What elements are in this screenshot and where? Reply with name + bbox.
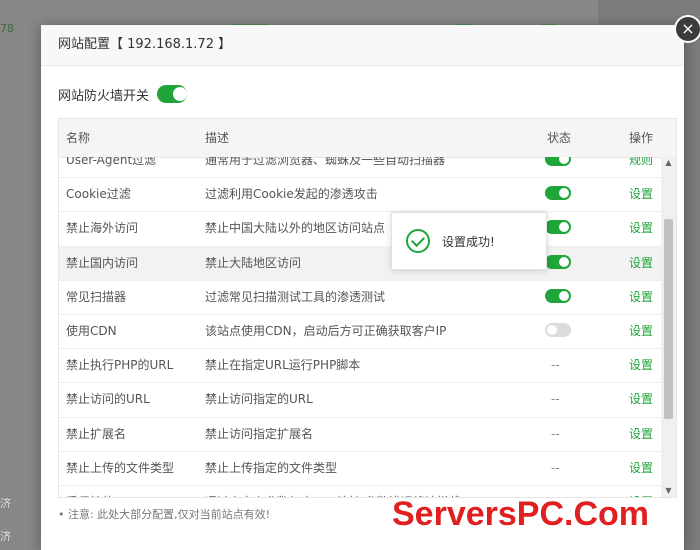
table-header: 名称 描述 状态 操作 (59, 119, 676, 158)
rule-name: 禁止海外访问 (66, 221, 139, 236)
rule-name: 禁止上传的文件类型 (66, 460, 175, 475)
table-row: User-Agent过滤 通常用于过滤浏览器、蜘蛛及一些自动扫描器 规则 (59, 157, 661, 179)
rule-action-link[interactable]: 设置 (629, 383, 653, 416)
rule-name: 禁止执行PHP的URL (66, 358, 174, 373)
rule-status (545, 157, 575, 179)
scroll-down-arrow-icon[interactable]: ▼ (661, 485, 676, 497)
table-row: 使用CDN 该站点使用CDN，启动后方可正确获取客户IP 设置 (59, 315, 661, 350)
success-toast: 设置成功! (391, 212, 547, 270)
rule-status-switch[interactable] (545, 254, 571, 269)
rule-description: 过滤常见扫描测试工具的渗透测试 (205, 289, 386, 304)
dialog-title: 网站配置【 192.168.1.72 】 (41, 25, 684, 66)
status-placeholder: -- (551, 392, 560, 407)
rule-description: 该站点使用CDN，启动后方可正确获取客户IP (205, 323, 447, 338)
rule-action-link[interactable]: 设置 (629, 418, 653, 451)
background-text-1: 济 (0, 497, 11, 510)
rule-status-switch[interactable] (545, 220, 571, 235)
rule-status: -- (545, 452, 575, 485)
background-number: 78 (0, 22, 14, 35)
rule-description: 过滤利用Cookie发起的渗透攻击 (205, 187, 378, 202)
rule-status (545, 247, 575, 282)
status-placeholder: -- (551, 426, 560, 441)
table-row: 禁止国内访问 禁止大陆地区访问 设置 (59, 246, 661, 282)
rule-action-link[interactable]: 设置 (629, 452, 653, 485)
rule-status-switch[interactable] (545, 322, 571, 337)
rule-status: -- (545, 418, 575, 451)
switch-knob (547, 324, 557, 335)
col-action-header: 操作 (629, 131, 654, 145)
table-rows: User-Agent过滤 通常用于过滤浏览器、蜘蛛及一些自动扫描器 规则 Cookie… (59, 157, 661, 497)
firewall-label: 网站防火墙开关 (58, 88, 150, 104)
rule-description: 禁止访问指定的URL (205, 392, 313, 407)
firewall-switch[interactable] (157, 85, 188, 103)
rule-description: 通常用于过滤浏览器、蜘蛛及一些自动扫描器 (205, 157, 446, 167)
rule-status (545, 315, 575, 350)
rule-action-link[interactable]: 设置 (629, 178, 653, 211)
close-icon[interactable]: × (676, 17, 700, 41)
switch-knob (559, 290, 569, 301)
table-row: 禁止访问的URL 禁止访问指定的URL -- 设置 (59, 383, 661, 418)
rule-name: 常见扫描器 (66, 289, 127, 304)
rule-status (545, 178, 575, 213)
rule-status (545, 281, 575, 316)
firewall-toggle-row: 网站防火墙开关 (58, 82, 188, 106)
rule-action-link[interactable]: 设置 (629, 349, 653, 382)
rule-action-link[interactable]: 设置 (629, 212, 653, 245)
status-placeholder: -- (551, 358, 560, 373)
table-row: 禁止执行PHP的URL 禁止在指定URL运行PHP脚本 -- 设置 (59, 349, 661, 384)
table-row: 常见扫描器 过滤常见扫描测试工具的渗透测试 设置 (59, 281, 661, 315)
rule-status: -- (545, 383, 575, 416)
scrollbar-thumb[interactable] (664, 219, 673, 419)
watermark: ServersPC.Com (392, 495, 650, 533)
rule-name: 禁止国内访问 (66, 255, 139, 270)
toast-message: 设置成功! (442, 234, 495, 249)
col-desc-header: 描述 (205, 131, 230, 145)
rule-status-switch[interactable] (545, 186, 571, 201)
rule-action-link[interactable]: 规则 (629, 157, 653, 177)
table-row: 禁止扩展名 禁止访问指定扩展名 -- 设置 (59, 418, 661, 452)
table-row: 禁止上传的文件类型 禁止上传指定的文件类型 -- 设置 (59, 452, 661, 486)
rule-name: 禁止扩展名 (66, 426, 127, 441)
rules-table: 名称 描述 状态 操作 User-Agent过滤 通常用于过滤浏览器、蜘蛛及一些自… (58, 118, 677, 498)
switch-knob (559, 188, 569, 199)
status-placeholder: -- (551, 460, 560, 475)
rule-name: 使用CDN (66, 323, 117, 338)
switch-knob (559, 256, 569, 267)
rule-status: -- (545, 349, 575, 382)
table-scrollbar[interactable]: ▲ ▼ (661, 157, 676, 497)
rule-name: 禁止访问的URL (66, 392, 150, 407)
rule-name: User-Agent过滤 (66, 157, 157, 167)
switch-knob (559, 157, 569, 164)
rule-description: 禁止在指定URL运行PHP脚本 (205, 358, 361, 373)
rule-action-link[interactable]: 设置 (629, 281, 653, 314)
table-row: Cookie过滤 过滤利用Cookie发起的渗透攻击 设置 (59, 178, 661, 213)
table-row: 禁止海外访问 禁止中国大陆以外的地区访问站点 设置 (59, 212, 661, 247)
rule-description: 禁止中国大陆以外的地区访问站点 (205, 221, 386, 236)
col-status-header: 状态 (547, 131, 572, 145)
site-config-dialog: 网站配置【 192.168.1.72 】 网站防火墙开关 名称 描述 状态 操作… (41, 25, 684, 550)
rule-status-switch[interactable] (545, 288, 571, 303)
rule-name: Cookie过滤 (66, 187, 131, 202)
rule-description: 禁止访问指定扩展名 (205, 426, 314, 441)
config-note: • 注意: 此处大部分配置,仅对当前站点有效! (58, 508, 271, 521)
scroll-up-arrow-icon[interactable]: ▲ (661, 157, 676, 169)
rule-name: 受保护的URL (66, 486, 138, 497)
switch-knob (173, 87, 188, 101)
rule-description: 禁止上传指定的文件类型 (205, 460, 338, 475)
background-text-2: 济 (0, 530, 11, 543)
table-body[interactable]: User-Agent过滤 通常用于过滤浏览器、蜘蛛及一些自动扫描器 规则 Cookie… (59, 157, 661, 497)
rule-action-link[interactable]: 设置 (629, 315, 653, 348)
check-circle-icon (406, 229, 430, 253)
switch-knob (559, 222, 569, 233)
rule-status-switch[interactable] (545, 157, 571, 166)
rule-action-link[interactable]: 设置 (629, 247, 653, 280)
rule-description: 禁止大陆地区访问 (205, 255, 302, 270)
col-name-header: 名称 (66, 131, 91, 145)
rule-status (545, 212, 575, 247)
